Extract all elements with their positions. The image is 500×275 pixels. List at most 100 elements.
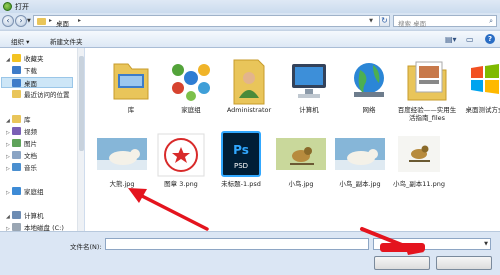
breadcrumb-chevron-icon[interactable]: ▸ (78, 17, 81, 24)
file-item[interactable]: 网络 (338, 54, 400, 114)
file-name: Administrator (226, 106, 272, 114)
forward-button[interactable]: › (15, 15, 27, 27)
homegroup-icon (164, 54, 218, 106)
open-button[interactable] (374, 256, 430, 270)
sidebar-item-1[interactable]: 下载 (6, 65, 37, 76)
music-library-icon (12, 163, 21, 171)
file-name: 大熊.jpg (109, 180, 135, 188)
file-item[interactable]: 百度经验——实用生活指南_files (396, 54, 458, 122)
user-folder-icon (222, 54, 276, 106)
star-icon (12, 54, 21, 62)
forward-arrow-icon: › (19, 16, 23, 25)
file-item[interactable]: 小鸟.jpg (270, 128, 332, 188)
search-placeholder: 搜索 桌面 (398, 20, 427, 28)
svg-text:Ps: Ps (233, 143, 249, 157)
history-dropdown-icon[interactable]: ▼ (27, 18, 31, 24)
bird-copy11-image-icon (392, 128, 446, 180)
file-item[interactable]: 家庭组 (160, 54, 222, 114)
svg-text:PSD: PSD (234, 162, 248, 170)
red-seal-image-icon (154, 128, 208, 180)
view-options-icon[interactable]: ▤▾ (445, 35, 457, 44)
disk-icon (12, 223, 21, 231)
sidebar-item-5[interactable]: ▷ 视频 (6, 126, 37, 137)
file-name: 家庭组 (181, 106, 201, 114)
desktop-folder-icon (37, 18, 46, 25)
new-folder-button[interactable]: 新建文件夹 (50, 36, 83, 46)
sidebar-item-3[interactable]: 最近访问的位置 (6, 89, 70, 100)
file-name: 库 (127, 106, 135, 114)
documents-library-icon (12, 151, 21, 159)
sidebar-item-label: 桌面 (24, 80, 37, 88)
file-item[interactable]: 小鸟_副本11.png (388, 128, 450, 188)
file-item[interactable]: Administrator (218, 54, 280, 114)
library-folder-icon (104, 54, 158, 106)
preview-pane-icon[interactable]: ▭ (466, 35, 474, 44)
sidebar-item-label: 视频 (24, 128, 37, 136)
sidebar-item-label: 音乐 (24, 164, 37, 172)
file-item[interactable]: 库 (100, 54, 162, 114)
sidebar-item-8[interactable]: ▷ 音乐 (6, 162, 37, 173)
file-item[interactable]: 计算机 (278, 54, 340, 114)
file-type-select[interactable]: ▼ (373, 238, 491, 250)
sidebar-item-0[interactable]: ◢ 收藏夹 (6, 53, 44, 64)
organize-button[interactable]: 组织 ▾ (11, 36, 29, 46)
breadcrumb-desktop[interactable]: 桌面 (56, 18, 69, 28)
sidebar-item-4[interactable]: ◢ 库 (6, 114, 31, 125)
sidebar-item-label: 文档 (24, 152, 37, 160)
sidebar-item-label: 下载 (24, 67, 37, 75)
back-button[interactable]: ‹ (2, 15, 14, 27)
search-input[interactable]: 搜索 桌面 ⌕ (393, 15, 497, 28)
sidebar-item-label: 收藏夹 (24, 55, 44, 63)
sidebar-item-label: 计算机 (24, 212, 44, 220)
library-icon (12, 115, 21, 123)
sidebar-item-2[interactable]: 桌面 (1, 77, 73, 88)
sidebar-item-label: 库 (24, 116, 31, 124)
command-bar: 组织 ▾ 新建文件夹 ▤▾ ▭ ? (0, 30, 500, 48)
navigation-pane: ◢ 收藏夹 下载 桌面 最近访问的位置 ◢ 库 ▷ 视频 ▷ 图片 ▷ 文档 ▷ 音乐 ▷ 家庭组 ◢ 计算机 ▷ 本地… (0, 48, 84, 232)
sidebar-item-7[interactable]: ▷ 文档 (6, 150, 37, 161)
folder-icon (400, 54, 454, 106)
windows-logo-icon (458, 54, 500, 106)
file-name: 计算机 (299, 106, 319, 114)
search-icon[interactable]: ⌕ (489, 17, 493, 26)
sidebar-item-6[interactable]: ▷ 图片 (6, 138, 37, 149)
title-bar: 打开 (0, 0, 500, 13)
file-item[interactable]: 小鸟_副本.jpg (329, 128, 391, 188)
file-item[interactable]: 大熊.jpg (91, 128, 153, 188)
desktop-icon (12, 79, 21, 87)
recent-places-icon (12, 90, 21, 98)
sidebar-item-label: 家庭组 (24, 188, 44, 196)
address-bar-row: ‹ › ▼ ▸ 桌面 ▸ ▼ ↻ 搜索 桌面 ⌕ (0, 13, 500, 29)
file-name: 小鸟_副本.jpg (339, 180, 381, 188)
file-item[interactable]: Ps PSD 未标题-1.psd (210, 128, 272, 188)
polar-bear-image-icon (95, 128, 149, 180)
nav-scroll-thumb[interactable] (79, 56, 84, 151)
sidebar-item-label: 图片 (24, 140, 37, 148)
refresh-button[interactable]: ↻ (379, 15, 390, 27)
address-field[interactable]: ▸ 桌面 ▸ ▼ (33, 15, 388, 28)
sidebar-item-9[interactable]: ▷ 家庭组 (6, 186, 44, 197)
filename-input[interactable] (105, 238, 369, 250)
sidebar-item-10[interactable]: ◢ 计算机 (6, 210, 44, 221)
filename-label: 文件名(N): (70, 243, 102, 251)
bird-image-icon (274, 128, 328, 180)
sidebar-item-label: 最近访问的位置 (24, 91, 70, 99)
breadcrumb-separator-icon[interactable]: ▸ (49, 17, 52, 24)
file-name: 小鸟_副本11.png (393, 180, 445, 188)
computer-icon (12, 211, 21, 219)
file-item[interactable]: 图章 3.png (150, 128, 212, 188)
help-icon[interactable]: ? (485, 34, 495, 44)
file-name: 桌面测试方式 (465, 106, 500, 114)
chevron-down-icon: ▼ (484, 241, 488, 247)
address-dropdown-icon[interactable]: ▼ (369, 18, 373, 24)
nav-scrollbar[interactable] (77, 48, 84, 231)
file-name: 小鸟.jpg (288, 180, 314, 188)
file-list: 库 家庭组 Administrator 计算机 网络 百度经验——实用生活指南_files… (85, 48, 500, 231)
file-name: 图章 3.png (164, 180, 198, 188)
cancel-button[interactable] (436, 256, 492, 270)
homegroup-icon (12, 187, 21, 195)
video-library-icon (12, 127, 21, 135)
pictures-library-icon (12, 139, 21, 147)
file-item[interactable]: 桌面测试方式 (454, 54, 500, 114)
network-globe-icon (342, 54, 396, 106)
